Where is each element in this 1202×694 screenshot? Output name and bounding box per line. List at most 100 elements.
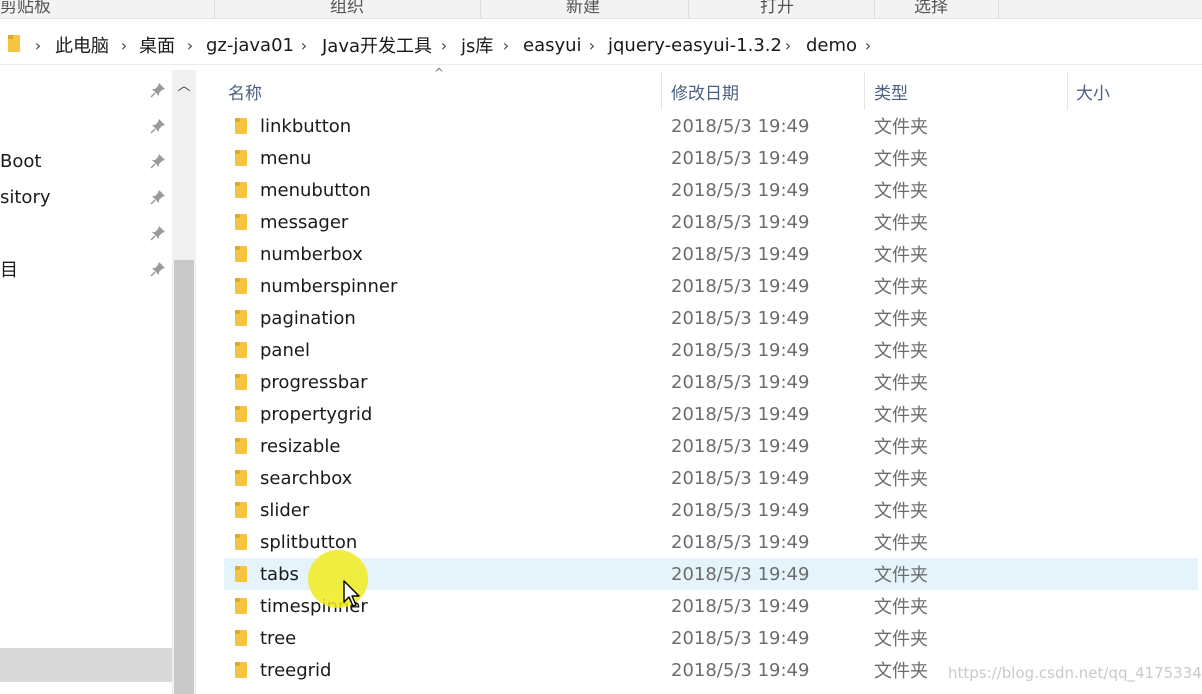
column-header: ^ 名称 修改日期 类型 大小 (200, 66, 1202, 112)
column-divider[interactable] (661, 72, 662, 110)
file-name: searchbox (260, 467, 353, 489)
nav-item[interactable] (0, 219, 172, 247)
file-row[interactable]: numberbox 2018/5/3 19:49 文件夹 (224, 238, 1198, 270)
nav-item-repository[interactable]: sitory (0, 183, 172, 211)
folder-icon (235, 406, 247, 422)
ribbon-group-organize[interactable]: 组织 (330, 0, 364, 17)
breadcrumb-demo[interactable]: demo (806, 33, 857, 57)
chevron-right-icon[interactable]: › (500, 33, 512, 57)
file-type: 文件夹 (874, 565, 928, 586)
file-date: 2018/5/3 19:49 (671, 435, 810, 457)
file-row[interactable]: pagination 2018/5/3 19:49 文件夹 (224, 302, 1198, 334)
file-type: 文件夹 (874, 437, 928, 458)
nav-item-boot[interactable]: Boot (0, 147, 172, 175)
file-date: 2018/5/3 19:49 (671, 659, 810, 681)
file-type: 文件夹 (874, 245, 928, 266)
file-row[interactable]: resizable 2018/5/3 19:49 文件夹 (224, 430, 1198, 462)
nav-scrollbar[interactable]: ︿ (172, 70, 196, 694)
file-row[interactable]: timespinner 2018/5/3 19:49 文件夹 (224, 590, 1198, 622)
address-bar[interactable]: › 此电脑 › 桌面 › gz-java01 › Java开发工具 › js库 … (0, 24, 1202, 65)
chevron-up-icon[interactable]: ︿ (176, 76, 192, 94)
file-list: linkbutton 2018/5/3 19:49 文件夹 menu 2018/5/3 … (224, 110, 1198, 694)
nav-selected-item[interactable] (0, 648, 172, 682)
folder-icon (235, 662, 247, 678)
ribbon-separator (874, 0, 875, 18)
ribbon-group-select[interactable]: 选择 (914, 0, 948, 17)
file-type: 文件夹 (874, 277, 928, 298)
file-row[interactable]: menu 2018/5/3 19:49 文件夹 (224, 142, 1198, 174)
file-name: pagination (260, 307, 356, 329)
file-row[interactable]: messager 2018/5/3 19:49 文件夹 (224, 206, 1198, 238)
folder-icon (235, 278, 247, 294)
chevron-right-icon[interactable]: › (586, 33, 598, 57)
folder-icon (235, 214, 247, 230)
ribbon-group-new[interactable]: 新建 (566, 0, 600, 17)
chevron-right-icon[interactable]: › (184, 33, 196, 57)
file-type: 文件夹 (874, 405, 928, 426)
folder-icon (235, 566, 247, 582)
file-name: numberspinner (260, 275, 398, 297)
breadcrumb-js-lib[interactable]: js库 (461, 33, 493, 57)
breadcrumb-gz-java01[interactable]: gz-java01 (206, 33, 294, 57)
pin-icon[interactable] (150, 82, 166, 98)
chevron-right-icon[interactable]: › (782, 33, 794, 57)
file-date: 2018/5/3 19:49 (671, 307, 810, 329)
column-name[interactable]: 名称 (228, 70, 262, 112)
file-date: 2018/5/3 19:49 (671, 147, 810, 169)
file-row[interactable]: panel 2018/5/3 19:49 文件夹 (224, 334, 1198, 366)
nav-item[interactable] (0, 76, 172, 104)
file-row[interactable]: menubutton 2018/5/3 19:49 文件夹 (224, 174, 1198, 206)
chevron-right-icon[interactable]: › (118, 33, 130, 57)
pin-icon[interactable] (150, 261, 166, 277)
file-row[interactable]: splitbutton 2018/5/3 19:49 文件夹 (224, 526, 1198, 558)
file-name: resizable (260, 435, 341, 457)
nav-item-project[interactable]: 目 (0, 255, 172, 283)
ribbon-group-clipboard[interactable]: 剪贴板 (0, 0, 51, 17)
column-divider[interactable] (864, 72, 865, 110)
breadcrumb-java-tools[interactable]: Java开发工具 (322, 33, 432, 57)
file-name: progressbar (260, 371, 368, 393)
pin-icon[interactable] (150, 118, 166, 134)
file-row[interactable]: searchbox 2018/5/3 19:49 文件夹 (224, 462, 1198, 494)
chevron-right-icon[interactable]: › (862, 33, 874, 57)
column-date[interactable]: 修改日期 (671, 70, 739, 112)
file-row[interactable]: tree 2018/5/3 19:49 文件夹 (224, 622, 1198, 654)
nav-item[interactable] (0, 112, 172, 140)
file-type: 文件夹 (874, 181, 928, 202)
nav-item-label: 目 (0, 260, 18, 281)
file-date: 2018/5/3 19:49 (671, 531, 810, 553)
file-name: numberbox (260, 243, 363, 265)
column-type[interactable]: 类型 (874, 70, 908, 112)
pin-icon[interactable] (150, 153, 166, 169)
folder-icon (235, 598, 247, 614)
file-row[interactable]: linkbutton 2018/5/3 19:49 文件夹 (224, 110, 1198, 142)
folder-icon (235, 118, 247, 134)
file-name: linkbutton (260, 115, 352, 137)
chevron-right-icon[interactable]: › (298, 33, 310, 57)
column-size[interactable]: 大小 (1076, 70, 1110, 112)
breadcrumb-this-pc[interactable]: 此电脑 (55, 33, 109, 57)
file-date: 2018/5/3 19:49 (671, 371, 810, 393)
pin-icon[interactable] (150, 189, 166, 205)
file-row[interactable]: progressbar 2018/5/3 19:49 文件夹 (224, 366, 1198, 398)
file-name: panel (260, 339, 310, 361)
file-date: 2018/5/3 19:49 (671, 595, 810, 617)
scrollbar-thumb[interactable] (174, 260, 194, 694)
breadcrumb-desktop[interactable]: 桌面 (139, 33, 175, 57)
chevron-right-icon[interactable]: › (32, 33, 44, 57)
ribbon-separator (998, 0, 999, 18)
pin-icon[interactable] (150, 225, 166, 241)
chevron-right-icon[interactable]: › (438, 33, 450, 57)
file-row[interactable]: tabs 2018/5/3 19:49 文件夹 (224, 558, 1198, 590)
file-date: 2018/5/3 19:49 (671, 403, 810, 425)
breadcrumb-jquery-easyui[interactable]: jquery-easyui-1.3.2 (608, 33, 782, 57)
column-divider[interactable] (1067, 72, 1068, 110)
file-row[interactable]: propertygrid 2018/5/3 19:49 文件夹 (224, 398, 1198, 430)
file-name: menubutton (260, 179, 371, 201)
ribbon-group-open[interactable]: 打开 (760, 0, 794, 17)
ribbon-separator (480, 0, 481, 18)
breadcrumb-easyui[interactable]: easyui (523, 33, 582, 57)
sort-up-icon: ^ (434, 66, 445, 80)
file-row[interactable]: slider 2018/5/3 19:49 文件夹 (224, 494, 1198, 526)
file-row[interactable]: numberspinner 2018/5/3 19:49 文件夹 (224, 270, 1198, 302)
